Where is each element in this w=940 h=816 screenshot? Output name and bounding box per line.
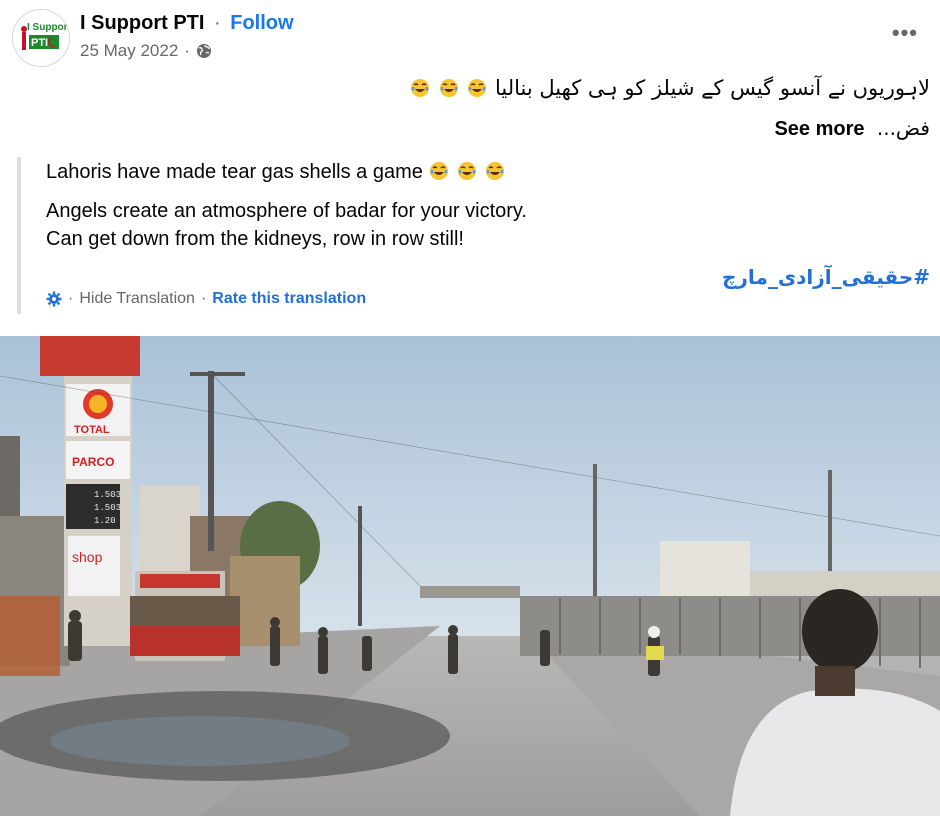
translation-line-2: Angels create an atmosphere of badar for… [46, 200, 527, 222]
tools-separator: · [200, 290, 207, 307]
translation-line-3: Can get down from the kidneys, row in ro… [46, 228, 464, 250]
hide-translation-link[interactable]: Hide Translation [79, 290, 195, 308]
urdu-truncated-text: فض... [876, 116, 930, 140]
pti-logo-icon: I Support PTI [13, 10, 69, 66]
sign-total-text: TOTAL [74, 424, 110, 436]
urdu-line-text: لاہوریوں نے آنسو گیس کے شیلز کو ہی کھیل … [494, 76, 930, 100]
post-date[interactable]: 25 May 2022 [80, 41, 178, 61]
price-1: 1.503 [94, 490, 121, 500]
see-more-link[interactable]: See more [774, 118, 864, 140]
sign-parco-text: PARCO [72, 455, 114, 469]
translation-tools: · Hide Translation · Rate this translati… [46, 290, 366, 308]
name-separator: · [214, 12, 221, 34]
post-text-urdu: لاہوریوں نے آنسو گیس کے شیلز کو ہی کھیل … [409, 76, 930, 100]
tears-of-joy-emoji-icon [439, 79, 458, 97]
translation-line-1-text: Lahoris have made tear gas shells a game [46, 161, 423, 183]
tears-of-joy-emoji-icon [468, 79, 487, 97]
post-photo[interactable]: TOTAL PARCO 1.503 1.503 1.20 shop [0, 336, 940, 816]
hashtag-link[interactable]: #حقیقی_آزادی_مارچ [722, 265, 930, 289]
avatar-logo-top: I Support [27, 22, 69, 33]
rate-translation-link[interactable]: Rate this translation [212, 290, 366, 308]
follow-button[interactable]: Follow [230, 12, 293, 34]
tears-of-joy-emoji-icon [458, 162, 477, 180]
translation-block: Lahoris have made tear gas shells a game… [17, 157, 930, 314]
page-name-line: I Support PTI · Follow [80, 12, 294, 35]
page-avatar[interactable]: I Support PTI [12, 9, 70, 67]
page-name-link[interactable]: I Support PTI [80, 12, 204, 34]
street-scene-image: TOTAL PARCO 1.503 1.503 1.20 shop [0, 336, 940, 816]
gear-icon[interactable] [46, 291, 62, 307]
post-meta: 25 May 2022 · [80, 41, 212, 61]
more-options-button[interactable]: ••• [892, 20, 918, 46]
post-text-urdu-truncated: فض... See more [774, 116, 930, 141]
price-3: 1.20 [94, 516, 116, 526]
emoji-group [409, 76, 488, 100]
post-header: I Support PTI I Support PTI · Follow 25 … [0, 0, 940, 70]
tools-separator: · [68, 290, 74, 307]
price-2: 1.503 [94, 503, 121, 513]
globe-icon[interactable] [196, 43, 212, 59]
sign-shop-text: shop [72, 549, 103, 565]
emoji-group [428, 161, 505, 183]
date-separator: · [184, 41, 190, 60]
tears-of-joy-emoji-icon [410, 79, 429, 97]
tears-of-joy-emoji-icon [485, 162, 504, 180]
tears-of-joy-emoji-icon [430, 162, 449, 180]
translation-line-1: Lahoris have made tear gas shells a game [46, 161, 506, 184]
avatar-logo-bottom: PTI [31, 37, 48, 49]
